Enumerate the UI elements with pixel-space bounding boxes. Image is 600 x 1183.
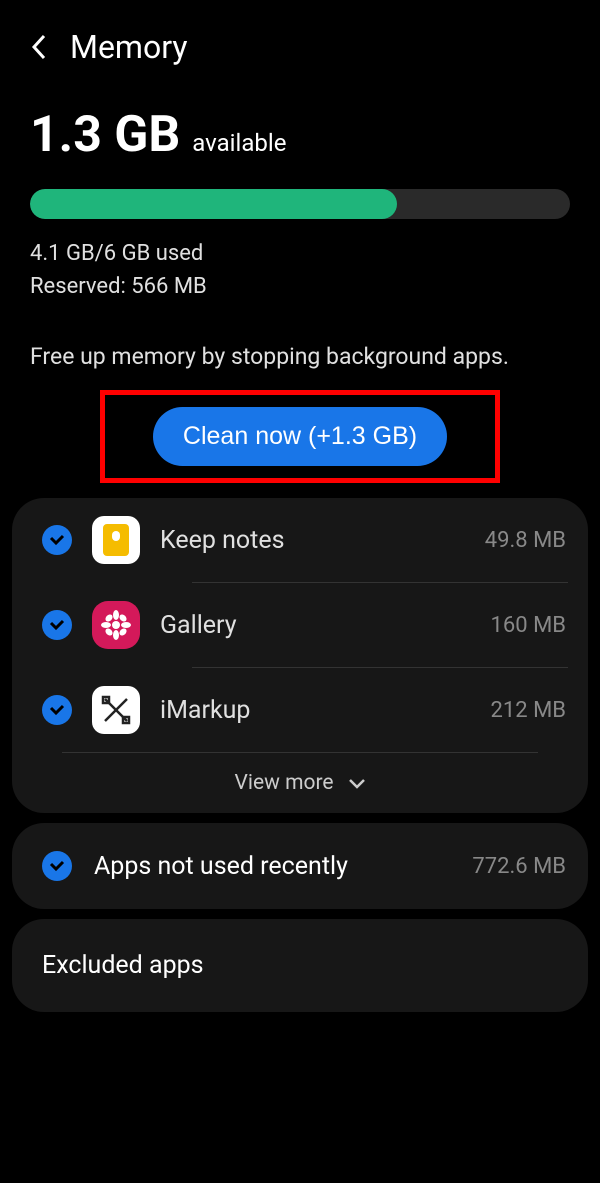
app-size: 160 MB <box>491 613 566 638</box>
hint-text: Free up memory by stopping background ap… <box>0 313 600 385</box>
not-used-card[interactable]: Apps not used recently 772.6 MB <box>12 823 588 909</box>
memory-usage-line1: 4.1 GB/6 GB used <box>30 237 570 270</box>
excluded-apps-card[interactable]: Excluded apps <box>12 919 588 1012</box>
app-row-gallery[interactable]: Gallery 160 MB <box>12 583 588 667</box>
app-size: 212 MB <box>491 698 566 723</box>
app-size: 49.8 MB <box>485 528 566 553</box>
keep-notes-icon <box>92 516 140 564</box>
memory-usage-line2: Reserved: 566 MB <box>30 270 570 303</box>
excluded-apps-label: Excluded apps <box>42 951 558 980</box>
view-more-button[interactable]: View more <box>12 753 588 813</box>
check-icon[interactable] <box>42 851 72 881</box>
app-row-keep-notes[interactable]: Keep notes 49.8 MB <box>12 498 588 582</box>
not-used-size: 772.6 MB <box>472 854 566 879</box>
back-icon[interactable] <box>30 32 50 62</box>
gallery-icon <box>92 601 140 649</box>
clean-now-button[interactable]: Clean now (+1.3 GB) <box>153 407 447 466</box>
check-icon[interactable] <box>42 695 72 725</box>
chevron-down-icon <box>348 777 366 789</box>
apps-card: Keep notes 49.8 MB <box>12 498 588 813</box>
app-name: iMarkup <box>160 696 250 725</box>
page-title: Memory <box>70 28 187 66</box>
app-name: Gallery <box>160 611 237 640</box>
view-more-label: View more <box>234 771 333 795</box>
check-icon[interactable] <box>42 610 72 640</box>
check-icon[interactable] <box>42 525 72 555</box>
header: Memory <box>0 0 600 86</box>
memory-summary: 1.3 GB available 4.1 GB/6 GB used Reserv… <box>0 86 600 313</box>
app-name: Keep notes <box>160 526 285 555</box>
app-row-imarkup[interactable]: iMarkup 212 MB <box>12 668 588 752</box>
memory-progress-fill <box>30 189 397 219</box>
memory-amount: 1.3 GB <box>30 106 180 164</box>
memory-available-label: available <box>192 129 286 157</box>
not-used-label: Apps not used recently <box>94 852 348 881</box>
highlight-annotation: Clean now (+1.3 GB) <box>100 390 500 483</box>
imarkup-icon <box>92 686 140 734</box>
memory-progress-bar <box>30 189 570 219</box>
